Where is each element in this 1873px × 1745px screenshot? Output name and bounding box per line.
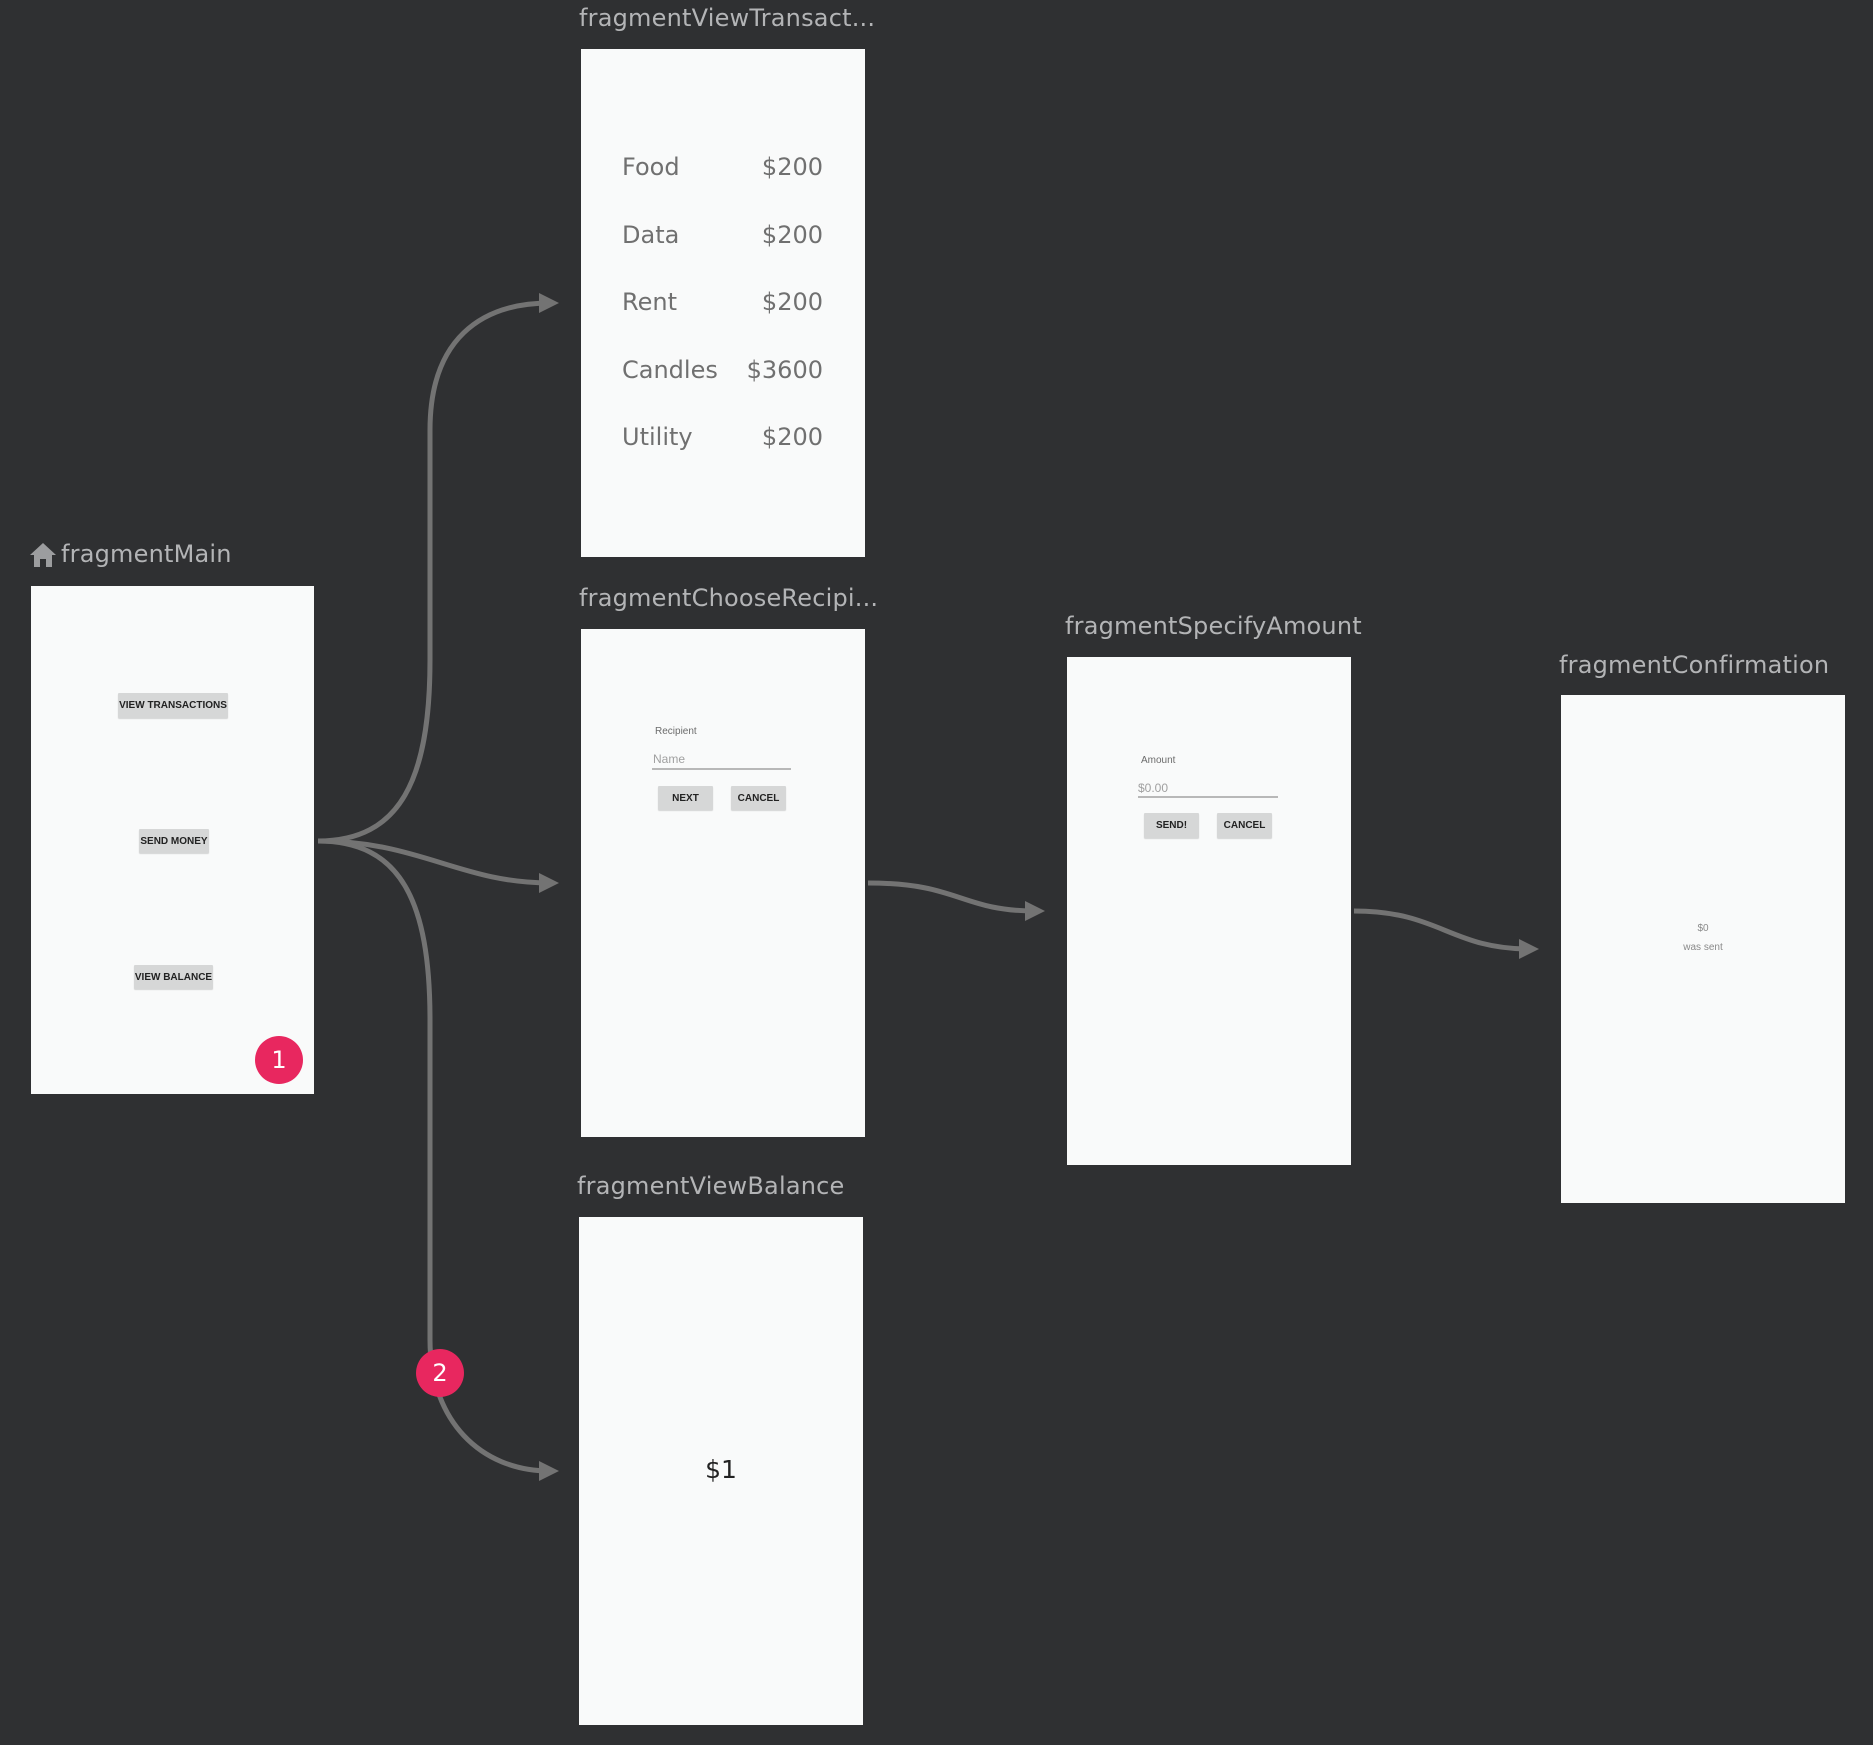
field-underline	[652, 768, 791, 770]
destination-title: fragmentChooseRecipi...	[579, 584, 879, 612]
view-balance-button[interactable]: VIEW BALANCE	[134, 965, 213, 989]
destination-title: fragmentConfirmation	[1559, 651, 1830, 679]
transaction-label: Rent	[622, 288, 677, 316]
next-button[interactable]: NEXT	[658, 786, 713, 810]
home-icon	[30, 543, 56, 567]
sent-amount: $0	[1697, 923, 1709, 934]
send-button[interactable]: SEND!	[1144, 813, 1199, 838]
send-money-button[interactable]: SEND MONEY	[139, 829, 209, 853]
destination-title: fragmentSpecifyAmount	[1065, 612, 1362, 640]
action-specify-amount-to-confirmation[interactable]	[1353, 908, 1539, 959]
action-choose-recipient-to-specify-amount[interactable]	[867, 880, 1045, 921]
view-transactions-button[interactable]: VIEW TRANSACTIONS	[118, 693, 228, 718]
amount-field[interactable]: $0.00	[1138, 781, 1168, 795]
action-main-to-view-transactions[interactable]	[317, 293, 559, 844]
recipient-name-field[interactable]: Name	[653, 752, 685, 766]
transaction-label: Food	[622, 153, 680, 181]
transaction-amount: $200	[761, 153, 823, 181]
transaction-amount: $200	[761, 423, 823, 451]
amount-label: Amount	[1141, 755, 1176, 766]
transaction-amount: $200	[761, 221, 823, 249]
transaction-label: Data	[622, 221, 680, 249]
destination-preview[interactable]	[581, 629, 865, 1137]
destination-title: fragmentMain	[61, 540, 232, 568]
badge-2: 2	[416, 1349, 464, 1397]
transaction-amount: $200	[761, 288, 823, 316]
destination-preview[interactable]	[1067, 657, 1351, 1165]
cancel-button[interactable]: CANCEL	[731, 786, 786, 810]
badge-1: 1	[255, 1036, 303, 1084]
recipient-label: Recipient	[655, 726, 697, 737]
cancel-button[interactable]: CANCEL	[1217, 813, 1272, 838]
balance-value: $1	[705, 1455, 737, 1484]
destination-title: fragmentViewBalance	[577, 1172, 845, 1200]
sent-message: was sent	[1683, 942, 1723, 953]
destination-title: fragmentViewTransact...	[579, 4, 876, 32]
transaction-amount: $3600	[746, 356, 823, 384]
field-underline	[1138, 796, 1278, 798]
transaction-label: Utility	[622, 423, 693, 451]
